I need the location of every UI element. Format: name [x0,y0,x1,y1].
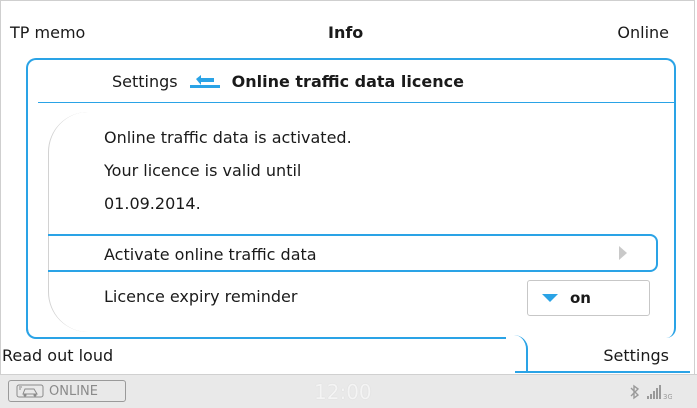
settings-tab-curve [488,335,528,373]
chevron-down-icon [542,294,558,302]
expiry-reminder-value: on [570,289,591,307]
signal-strength-icon: 3G [646,383,673,401]
info-line-validity: Your licence is valid until [104,161,302,180]
info-line-status: Online traffic data is activated. [104,128,352,147]
chevron-right-icon [619,246,627,260]
car-online-icon [15,383,45,399]
breadcrumb-parent[interactable]: Settings [112,72,178,91]
online-badge-label: ONLINE [49,383,98,399]
scroll-arc [48,112,89,332]
network-type-label: 3G [663,393,672,401]
status-bar: ONLINE 12:00 3G [0,374,697,408]
online-badge: ONLINE [8,380,126,402]
clock: 12:00 [314,380,372,404]
bluetooth-icon [628,383,642,401]
settings-tab-underline [515,371,690,373]
breadcrumb: Settings Online traffic data licence [112,72,464,91]
info-line-date: 01.09.2014. [104,194,201,213]
licence-expiry-reminder-label: Licence expiry reminder [104,287,298,306]
panel-bottom-border [26,325,506,339]
top-bar: TP memo Info Online [0,0,697,60]
tp-memo-button[interactable]: TP memo [10,23,85,42]
breadcrumb-current: Online traffic data licence [231,72,464,91]
activate-online-traffic-label: Activate online traffic data [104,245,317,264]
page-title: Info [328,23,364,42]
online-button[interactable]: Online [617,23,669,42]
settings-tab[interactable]: Settings [603,346,669,365]
back-arrow-icon[interactable] [188,74,222,90]
row-highlight-line [48,234,108,236]
read-out-loud-tab[interactable]: Read out loud [2,346,113,365]
header-divider [38,102,674,103]
expiry-reminder-dropdown[interactable]: on [527,280,650,316]
